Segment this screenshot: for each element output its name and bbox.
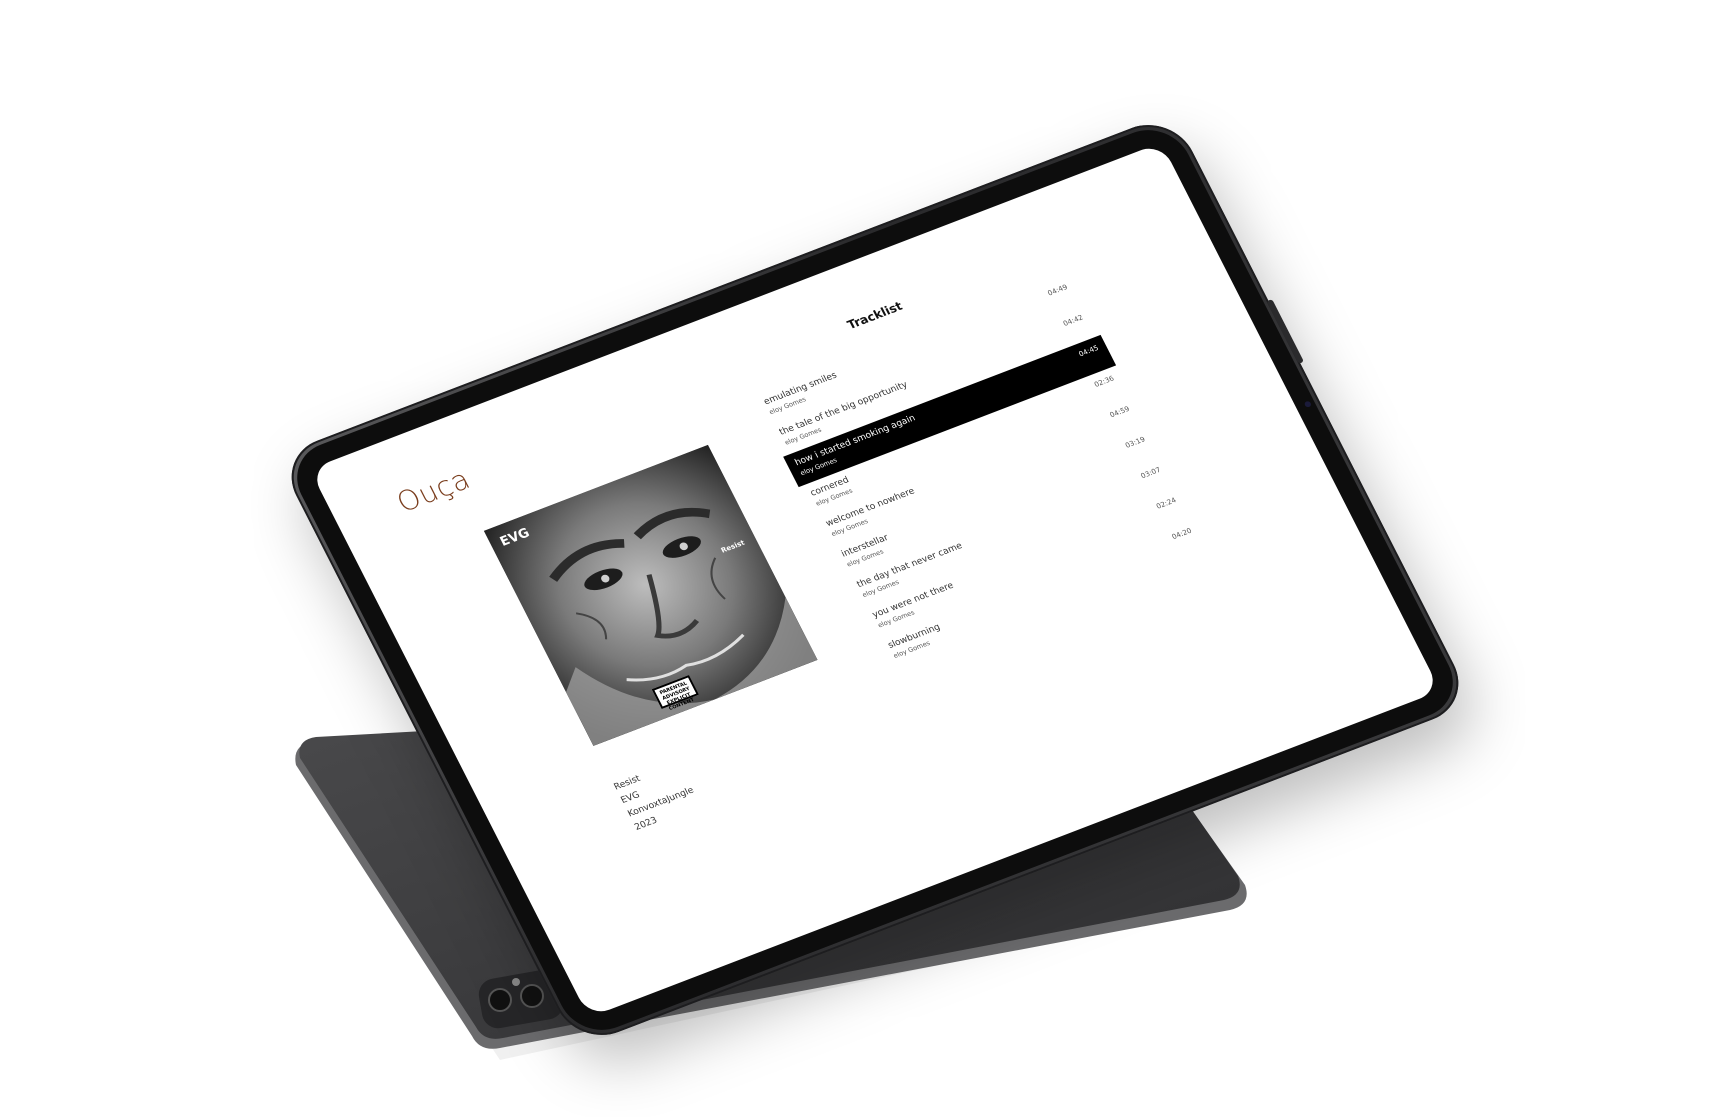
- album-info: Resist EVG KonvoxtaJungle 2023: [612, 757, 704, 836]
- app-title: Ouça: [391, 462, 476, 519]
- tracklist: emulating smiles eloy Gomes 04:49 the ta…: [752, 274, 1209, 670]
- tracklist-heading: Tracklist: [844, 299, 905, 333]
- album-cover-portrait: [483, 444, 818, 746]
- album-cover[interactable]: EVG Resist PARENTAL ADVISORY EXPLICIT CO…: [483, 444, 818, 746]
